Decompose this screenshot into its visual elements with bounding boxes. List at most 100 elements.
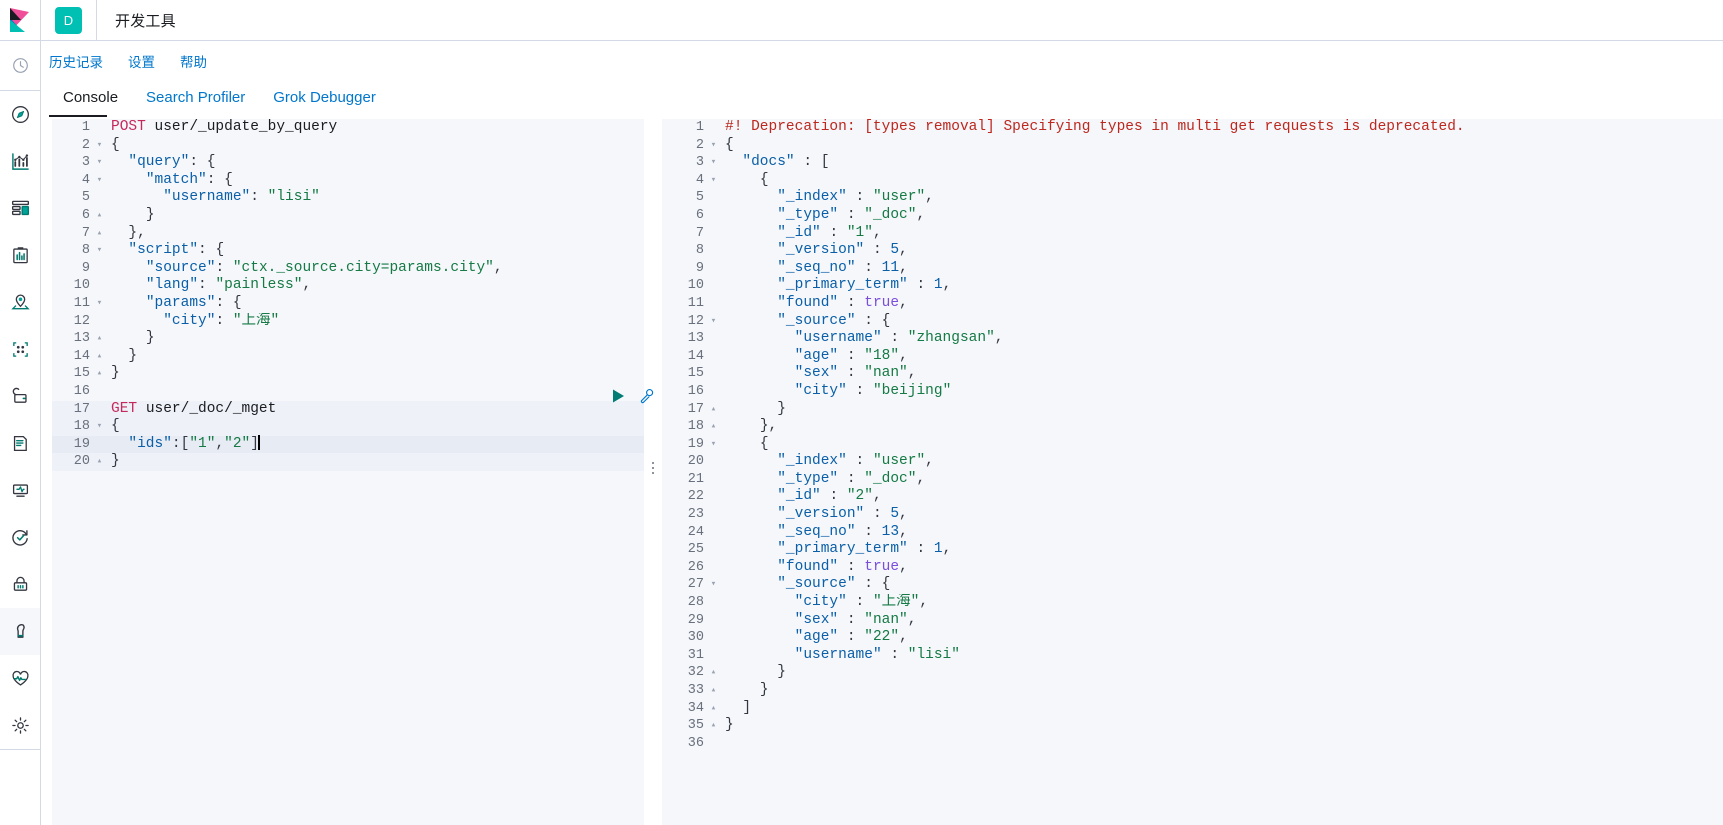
- fold-toggle[interactable]: ▴: [708, 664, 719, 682]
- sidebar-item-machine-learning[interactable]: [0, 326, 40, 373]
- code-line[interactable]: 29 "sex" : "nan",: [662, 612, 1723, 630]
- fold-toggle[interactable]: ▾: [708, 436, 719, 454]
- code-line[interactable]: 5 "username": "lisi": [52, 189, 644, 207]
- fold-toggle[interactable]: ▾: [94, 242, 105, 260]
- code-line[interactable]: 34 ▴ ]: [662, 700, 1723, 718]
- fold-toggle[interactable]: ▴: [708, 700, 719, 718]
- fold-toggle[interactable]: ▴: [94, 330, 105, 348]
- code-line[interactable]: 13 "username" : "zhangsan",: [662, 330, 1723, 348]
- code-line[interactable]: 2 ▾ {: [662, 137, 1723, 155]
- sidebar-item-dashboard[interactable]: [0, 185, 40, 232]
- code-line[interactable]: 16 "city" : "beijing": [662, 383, 1723, 401]
- code-line[interactable]: 33 ▴ }: [662, 682, 1723, 700]
- code-line[interactable]: 28 "city" : "上海",: [662, 594, 1723, 612]
- code-line[interactable]: 20 "_index" : "user",: [662, 453, 1723, 471]
- fold-toggle[interactable]: ▾: [708, 172, 719, 190]
- code-line[interactable]: 14 ▴ }: [52, 348, 644, 366]
- sidebar-item-infrastructure[interactable]: [0, 373, 40, 420]
- send-request-play-icon[interactable]: [611, 388, 626, 409]
- code-line[interactable]: 3 ▾ "query": {: [52, 154, 644, 172]
- code-line[interactable]: 1 POST user/_update_by_query: [52, 119, 644, 137]
- fold-toggle[interactable]: ▴: [708, 418, 719, 436]
- code-line[interactable]: 18 ▴ },: [662, 418, 1723, 436]
- sidebar-item-logs[interactable]: [0, 420, 40, 467]
- code-line[interactable]: 12 ▾ "_source" : {: [662, 313, 1723, 331]
- sidebar-item-dev-tools[interactable]: [0, 608, 40, 655]
- request-options-wrench-icon[interactable]: [639, 388, 655, 409]
- code-line[interactable]: 17 GET user/_doc/_mget: [52, 400, 644, 419]
- code-line[interactable]: 25 "_primary_term" : 1,: [662, 541, 1723, 559]
- fold-toggle[interactable]: ▾: [708, 137, 719, 155]
- fold-toggle[interactable]: ▴: [708, 682, 719, 700]
- sidebar-item-maps[interactable]: [0, 279, 40, 326]
- fold-toggle[interactable]: ▾: [708, 154, 719, 172]
- code-line[interactable]: 19 ▾ {: [662, 436, 1723, 454]
- tab-search-profiler[interactable]: Search Profiler: [132, 85, 259, 115]
- fold-toggle[interactable]: ▴: [94, 207, 105, 225]
- code-line[interactable]: 31 "username" : "lisi": [662, 647, 1723, 665]
- response-scrollbar[interactable]: [1719, 119, 1723, 825]
- code-line[interactable]: 23 "_version" : 5,: [662, 506, 1723, 524]
- code-line[interactable]: 36: [662, 735, 1723, 753]
- code-line[interactable]: 27 ▾ "_source" : {: [662, 576, 1723, 594]
- sidebar-item-apm[interactable]: [0, 467, 40, 514]
- code-line[interactable]: 10 "lang": "painless",: [52, 277, 644, 295]
- code-line[interactable]: 11 ▾ "params": {: [52, 295, 644, 313]
- code-line[interactable]: 1 #! Deprecation: [types removal] Specify…: [662, 119, 1723, 137]
- code-line[interactable]: 9 "_seq_no" : 11,: [662, 260, 1723, 278]
- code-line[interactable]: 15 ▴}: [52, 365, 644, 383]
- fold-toggle[interactable]: ▴: [94, 365, 105, 383]
- code-line[interactable]: 7 ▴ },: [52, 225, 644, 243]
- code-line[interactable]: 10 "_primary_term" : 1,: [662, 277, 1723, 295]
- code-line[interactable]: 12 "city": "上海": [52, 313, 644, 331]
- code-line[interactable]: 4 ▾ "match": {: [52, 172, 644, 190]
- fold-toggle[interactable]: ▾: [94, 154, 105, 172]
- code-line[interactable]: 19 "ids":["1","2"]: [52, 435, 644, 454]
- fold-toggle[interactable]: ▴: [94, 453, 105, 471]
- code-line[interactable]: 17 ▴ }: [662, 401, 1723, 419]
- code-line[interactable]: 14 "age" : "18",: [662, 348, 1723, 366]
- fold-toggle[interactable]: ▾: [94, 418, 105, 436]
- request-editor[interactable]: 1 POST user/_update_by_query 2 ▾{3 ▾ "query"…: [52, 119, 644, 825]
- code-line[interactable]: 26 "found" : true,: [662, 559, 1723, 577]
- fold-toggle[interactable]: ▾: [94, 137, 105, 155]
- code-line[interactable]: 9 "source": "ctx._source.city=params.cit…: [52, 260, 644, 278]
- code-line[interactable]: 8 ▾ "script": {: [52, 242, 644, 260]
- space-avatar[interactable]: D: [55, 6, 82, 34]
- code-line[interactable]: 16: [52, 383, 644, 401]
- response-editor[interactable]: 1 #! Deprecation: [types removal] Specify…: [662, 119, 1723, 825]
- fold-toggle[interactable]: ▾: [94, 172, 105, 190]
- code-line[interactable]: 21 "_type" : "_doc",: [662, 471, 1723, 489]
- code-line[interactable]: 2 ▾ {: [52, 137, 644, 155]
- fold-toggle[interactable]: ▴: [94, 348, 105, 366]
- sidebar-item-monitoring[interactable]: [0, 655, 40, 702]
- help-link[interactable]: 帮助: [174, 47, 213, 75]
- code-line[interactable]: 6 "_type" : "_doc",: [662, 207, 1723, 225]
- sidebar-item-discover[interactable]: [0, 91, 40, 138]
- code-line[interactable]: 7 "_id" : "1",: [662, 225, 1723, 243]
- code-line[interactable]: 15 "sex" : "nan",: [662, 365, 1723, 383]
- fold-toggle[interactable]: ▾: [708, 576, 719, 594]
- tab-grok-debugger[interactable]: Grok Debugger: [259, 85, 390, 115]
- code-line[interactable]: 18 ▾ {: [52, 418, 644, 436]
- fold-toggle[interactable]: ▾: [708, 313, 719, 331]
- sidebar-item-canvas[interactable]: [0, 232, 40, 279]
- tab-console[interactable]: Console: [49, 85, 132, 115]
- fold-toggle[interactable]: ▾: [94, 295, 105, 313]
- code-line[interactable]: 30 "age" : "22",: [662, 629, 1723, 647]
- settings-link[interactable]: 设置: [122, 47, 161, 75]
- code-line[interactable]: 8 "_version" : 5,: [662, 242, 1723, 260]
- sidebar-item-visualize[interactable]: [0, 138, 40, 185]
- code-line[interactable]: 32 ▴ }: [662, 664, 1723, 682]
- code-line[interactable]: 11 "found" : true,: [662, 295, 1723, 313]
- code-line[interactable]: 6 ▴ }: [52, 207, 644, 225]
- kibana-logo-icon[interactable]: [0, 0, 41, 40]
- pane-resize-handle[interactable]: [646, 115, 660, 821]
- fold-toggle[interactable]: ▴: [94, 225, 105, 243]
- code-line[interactable]: 13 ▴ }: [52, 330, 644, 348]
- sidebar-item-recently-viewed[interactable]: [0, 41, 40, 90]
- code-line[interactable]: 3 ▾ "docs" : [: [662, 154, 1723, 172]
- fold-toggle[interactable]: ▴: [708, 401, 719, 419]
- sidebar-item-security[interactable]: [0, 561, 40, 608]
- code-line[interactable]: 35 ▴}: [662, 717, 1723, 735]
